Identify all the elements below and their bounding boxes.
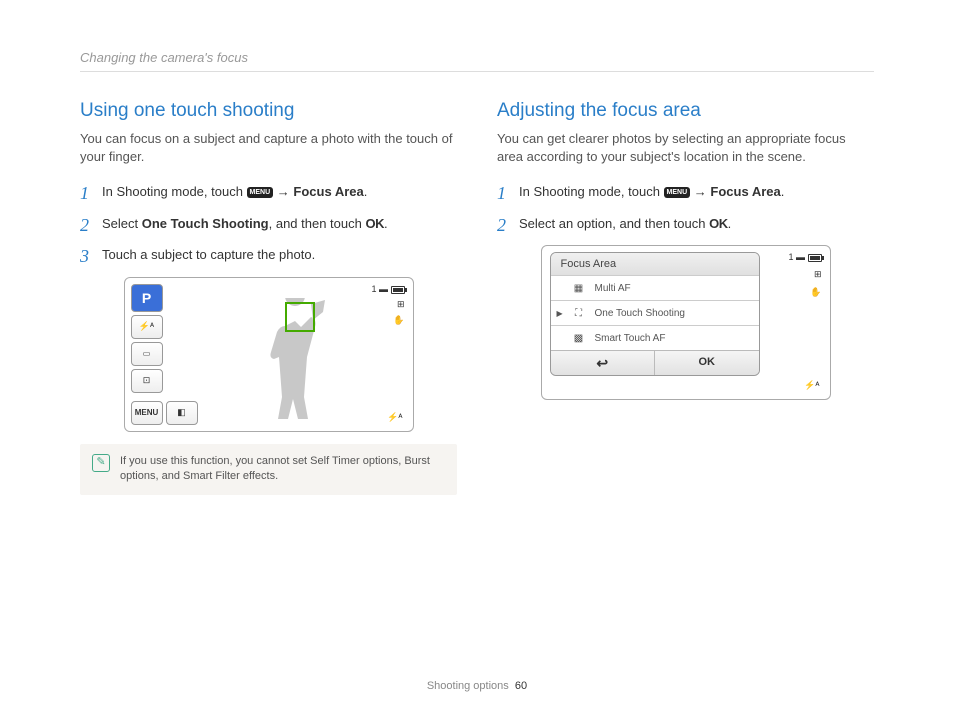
- note-icon: ✎: [92, 454, 110, 472]
- menu-icon: MENU: [247, 187, 274, 198]
- camera-screen-illustration: P ⚡ᴬ ▭ ⊡ MENU ◧ 1 ▬ ⊞ ✋ ⚡ᴬ: [124, 277, 414, 432]
- step1-text-d: .: [364, 184, 368, 199]
- step-1: In Shooting mode, touch MENU → Focus Are…: [497, 182, 874, 202]
- ok-button: OK: [655, 351, 759, 375]
- steps-focus-area: In Shooting mode, touch MENU → Focus Are…: [497, 182, 874, 233]
- step2-ots: One Touch Shooting: [142, 216, 269, 231]
- page-footer: Shooting options 60: [0, 680, 954, 692]
- menu-item-label: One Touch Shooting: [595, 308, 685, 319]
- one-touch-icon: ⛶: [571, 307, 587, 319]
- step-2: Select an option, and then touch OK.: [497, 214, 874, 234]
- heading-focus-area: Adjusting the focus area: [497, 100, 874, 122]
- note-box: ✎ If you use this function, you cannot s…: [80, 444, 457, 495]
- flash-indicator-br: ⚡ᴬ: [387, 412, 402, 423]
- smart-touch-icon: ▩: [571, 332, 587, 344]
- counter-row: 1 ▬: [788, 252, 821, 262]
- camera-bottom-buttons: MENU ◧: [131, 401, 198, 425]
- step1-text-d: .: [781, 184, 785, 199]
- step1-focus-area: Focus Area: [710, 184, 780, 199]
- left-column: Using one touch shooting You can focus o…: [80, 100, 457, 495]
- focus-rectangle: [285, 302, 315, 332]
- step2-text-a: Select: [102, 216, 142, 231]
- flash-button: ⚡ᴬ: [131, 315, 163, 339]
- menu-panel: Focus Area ▦ Multi AF ⛶ One Touch Shooti…: [550, 252, 760, 376]
- step2-text-c: , and then touch: [269, 216, 366, 231]
- counter-row: 1 ▬: [371, 284, 404, 294]
- card-icon: ▬: [379, 284, 388, 294]
- menu-item-label: Multi AF: [595, 283, 631, 294]
- ok-icon: OK: [365, 216, 384, 231]
- menu-item-multi-af: ▦ Multi AF: [551, 275, 759, 300]
- camera-left-buttons: P ⚡ᴬ ▭ ⊡: [131, 284, 167, 393]
- focus-area-menu-illustration: Focus Area ▦ Multi AF ⛶ One Touch Shooti…: [541, 245, 831, 400]
- flash-indicator-br: ⚡ᴬ: [804, 380, 819, 391]
- resolution-icon: ⊞: [814, 269, 822, 280]
- right-column: Adjusting the focus area You can get cle…: [497, 100, 874, 495]
- menu-item-one-touch: ⛶ One Touch Shooting: [551, 300, 759, 325]
- menu-title: Focus Area: [551, 253, 759, 275]
- step1-text-b: →: [273, 184, 293, 199]
- intro-one-touch: You can focus on a subject and capture a…: [80, 130, 457, 166]
- step1-text-a: In Shooting mode, touch: [102, 184, 247, 199]
- timer-button: ⊡: [131, 369, 163, 393]
- menu-button: MENU: [131, 401, 163, 425]
- step2-text-b: .: [728, 216, 732, 231]
- multi-af-icon: ▦: [571, 282, 587, 294]
- ok-icon: OK: [709, 216, 728, 231]
- steps-one-touch: In Shooting mode, touch MENU → Focus Are…: [80, 182, 457, 265]
- page-number: 60: [515, 680, 527, 692]
- step3-text: Touch a subject to capture the photo.: [102, 247, 315, 262]
- breadcrumb-header: Changing the camera's focus: [80, 50, 874, 72]
- auto-icon: ▭: [143, 349, 151, 358]
- flash-icon: ⚡ᴬ: [139, 321, 154, 332]
- menu-right-indicators: 1 ▬ ⊞ ✋: [788, 252, 821, 298]
- menu-item-label: Smart Touch AF: [595, 333, 666, 344]
- step-3: Touch a subject to capture the photo.: [80, 245, 457, 265]
- menu-icon: MENU: [664, 187, 691, 198]
- note-text: If you use this function, you cannot set…: [120, 454, 445, 485]
- step1-text-a: In Shooting mode, touch: [519, 184, 664, 199]
- mode-p-button: P: [131, 284, 163, 312]
- gallery-icon: ◧: [177, 407, 186, 418]
- intro-focus-area: You can get clearer photos by selecting …: [497, 130, 874, 166]
- ois-icon: ✋: [810, 287, 821, 298]
- footer-section: Shooting options: [427, 680, 509, 692]
- auto-button: ▭: [131, 342, 163, 366]
- card-icon: ▬: [796, 252, 805, 262]
- menu-footer: ↩ OK: [551, 350, 759, 375]
- menu-item-smart-touch: ▩ Smart Touch AF: [551, 325, 759, 350]
- step-2: Select One Touch Shooting, and then touc…: [80, 214, 457, 234]
- step2-text-d: .: [384, 216, 388, 231]
- heading-one-touch: Using one touch shooting: [80, 100, 457, 122]
- step1-focus-area: Focus Area: [293, 184, 363, 199]
- back-button: ↩: [551, 351, 656, 375]
- step-1: In Shooting mode, touch MENU → Focus Are…: [80, 182, 457, 202]
- resolution-icon: ⊞: [397, 299, 405, 310]
- two-column-layout: Using one touch shooting You can focus o…: [80, 100, 874, 495]
- camera-right-indicators: 1 ▬ ⊞ ✋: [371, 284, 404, 326]
- step1-text-b: →: [690, 184, 710, 199]
- battery-icon: [391, 286, 405, 294]
- timer-icon: ⊡: [143, 375, 151, 386]
- step2-text-a: Select an option, and then touch: [519, 216, 709, 231]
- ois-icon: ✋: [393, 315, 404, 326]
- battery-icon: [808, 254, 822, 262]
- shot-counter: 1: [788, 252, 793, 262]
- gallery-button: ◧: [166, 401, 198, 425]
- shot-counter: 1: [371, 284, 376, 294]
